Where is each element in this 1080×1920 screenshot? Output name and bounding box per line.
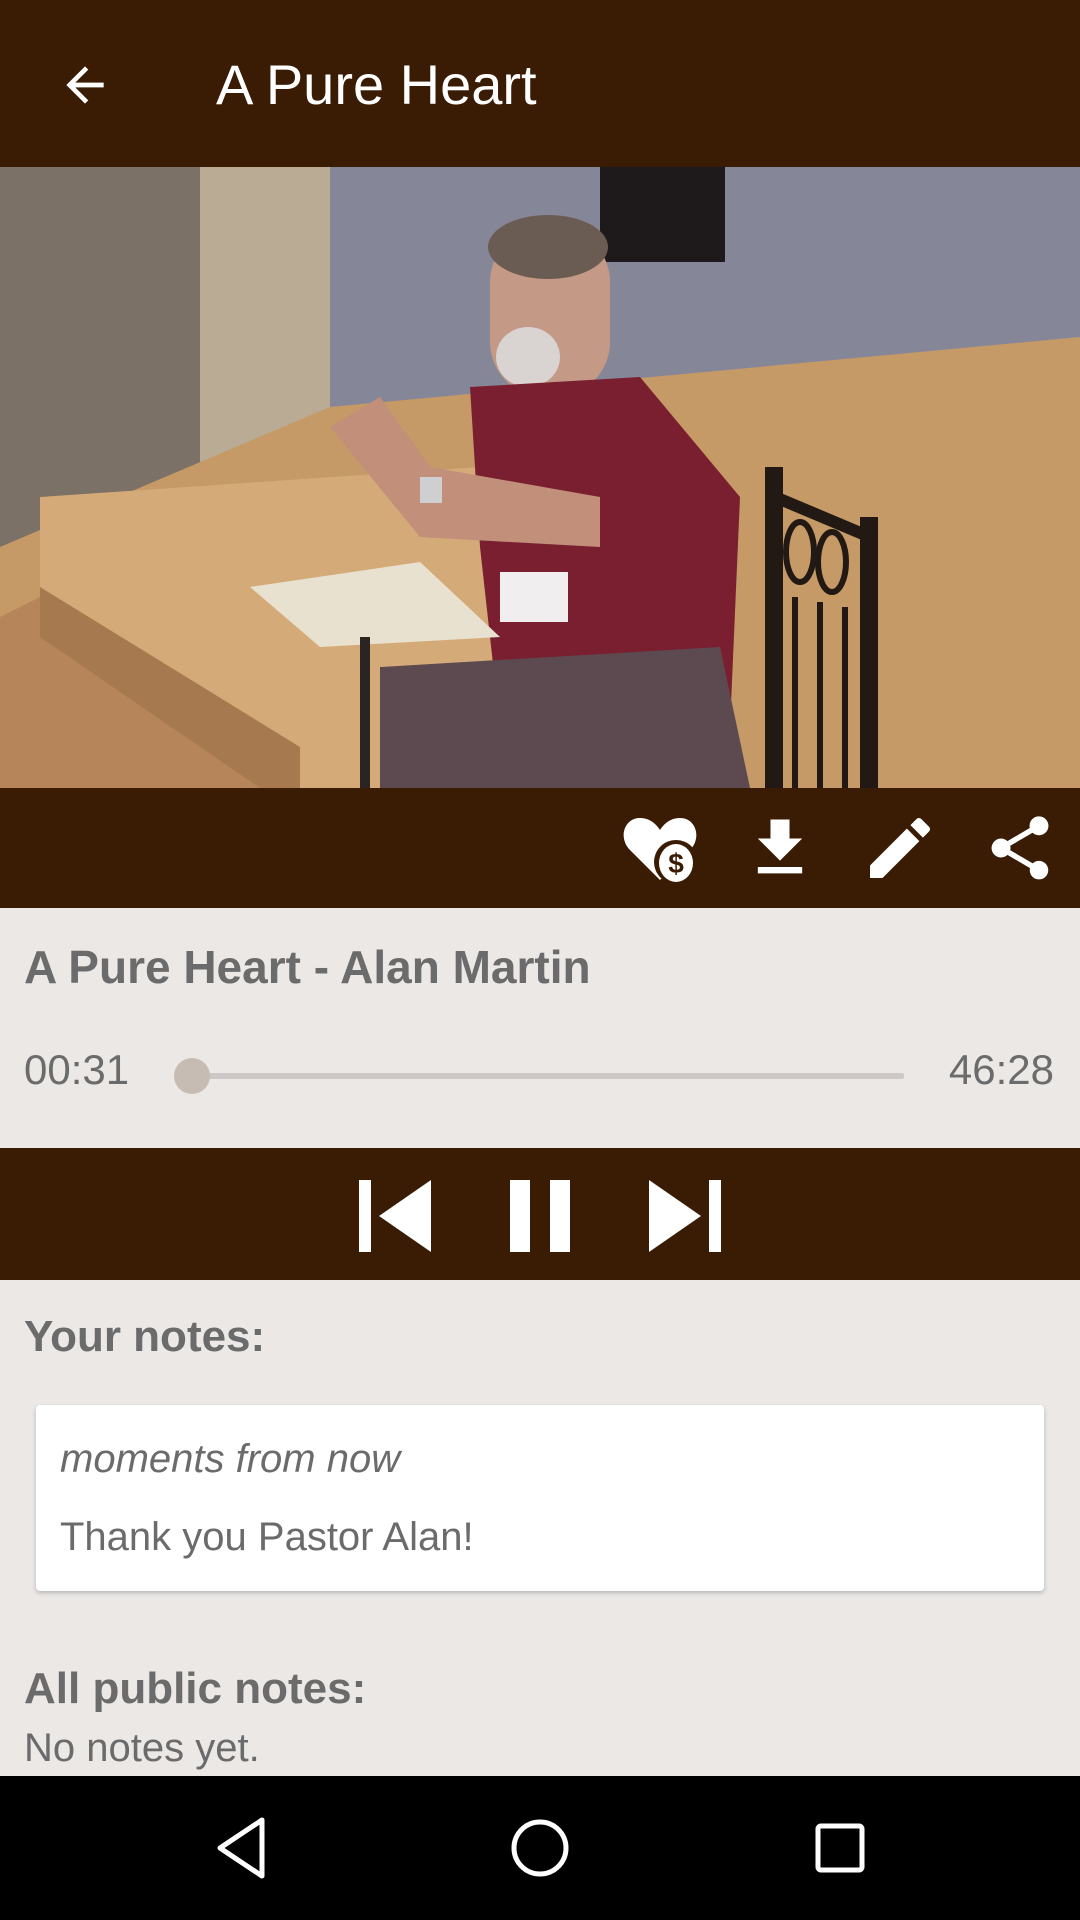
your-notes-heading: Your notes: — [24, 1312, 266, 1361]
seek-thumb[interactable] — [173, 1058, 210, 1094]
arrow-left-icon — [66, 66, 104, 104]
next-button[interactable] — [635, 1164, 735, 1264]
video-frame — [0, 167, 1080, 788]
nav-recents-icon — [815, 1823, 865, 1873]
system-nav-bar — [0, 1776, 1080, 1920]
app-bar: A Pure Heart — [0, 0, 1080, 167]
svg-text:$: $ — [668, 848, 684, 879]
nav-home-button[interactable] — [490, 1798, 590, 1898]
download-icon — [757, 819, 803, 874]
download-button[interactable] — [730, 798, 830, 898]
nav-back-icon — [217, 1817, 265, 1879]
action-bar: $ — [0, 788, 1080, 908]
heart-dollar-icon: $ — [623, 818, 698, 884]
donate-button[interactable]: $ — [610, 798, 710, 898]
skip-next-icon — [649, 1180, 721, 1252]
seek-track — [184, 1073, 904, 1079]
page-title: A Pure Heart — [216, 53, 537, 116]
back-button[interactable] — [40, 45, 130, 125]
nav-home-icon — [511, 1819, 569, 1877]
edit-note-button[interactable] — [850, 798, 950, 898]
current-time: 00:31 — [24, 1046, 130, 1093]
seek-bar[interactable] — [168, 1046, 904, 1106]
track-info: A Pure Heart - Alan Martin 00:31 46:28 — [0, 908, 1080, 1148]
track-title: A Pure Heart - Alan Martin — [24, 941, 591, 993]
playback-controls — [0, 1148, 1080, 1280]
note-timestamp: moments from now — [60, 1437, 401, 1481]
video-player[interactable] — [0, 167, 1080, 788]
pause-button[interactable] — [490, 1164, 590, 1264]
public-notes-heading: All public notes: — [24, 1664, 367, 1713]
skip-previous-icon — [359, 1180, 431, 1252]
nav-back-button[interactable] — [190, 1798, 290, 1898]
share-button[interactable] — [970, 798, 1070, 898]
note-text: Thank you Pastor Alan! — [60, 1515, 474, 1559]
pause-icon — [510, 1180, 570, 1252]
note-card[interactable]: moments from now Thank you Pastor Alan! — [36, 1405, 1044, 1591]
pencil-icon — [870, 817, 931, 878]
share-icon — [991, 816, 1049, 880]
nav-recents-button[interactable] — [790, 1798, 890, 1898]
duration: 46:28 — [948, 1046, 1054, 1093]
previous-button[interactable] — [345, 1164, 445, 1264]
public-notes-empty: No notes yet. — [24, 1726, 260, 1770]
